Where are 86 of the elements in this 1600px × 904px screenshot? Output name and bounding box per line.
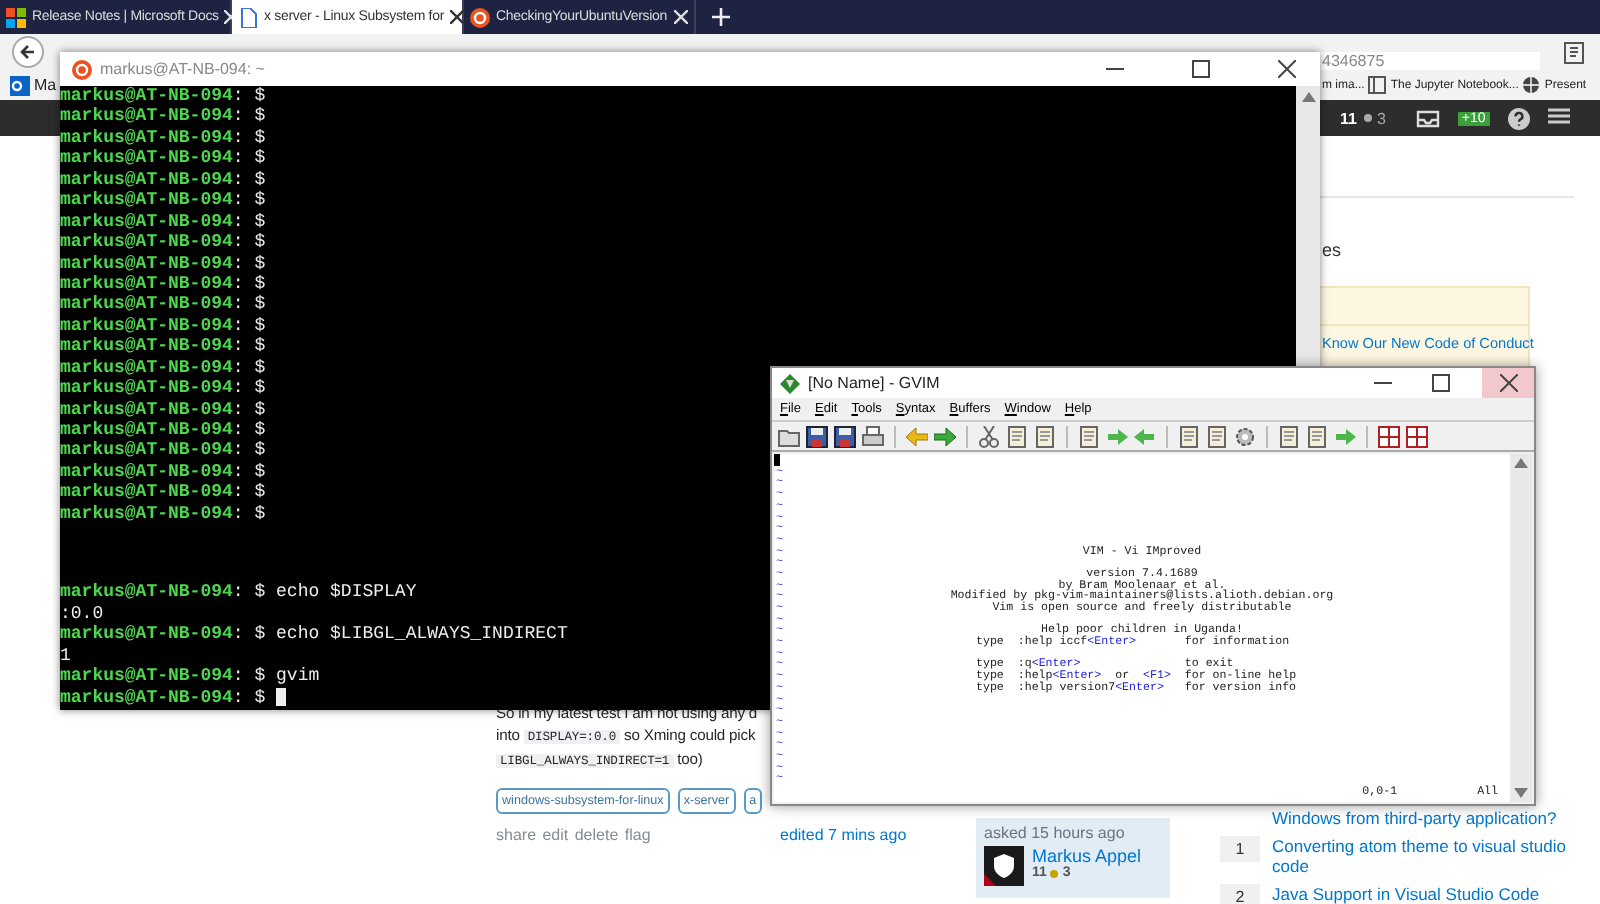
inbox-icon[interactable]: [1415, 109, 1440, 127]
terminal-line: markus@AT-NB-094: $: [60, 232, 266, 254]
vote-count: 2: [1220, 884, 1260, 904]
floppy-icon[interactable]: [806, 425, 828, 448]
globe-icon: [1522, 76, 1541, 94]
terminal-line: markus@AT-NB-094: $ echo $DISPLAY: [60, 582, 417, 604]
terminal-line: markus@AT-NB-094: $: [60, 399, 266, 421]
asked-time: asked 15 hours ago: [984, 824, 1127, 842]
notebook-icon: [1368, 76, 1387, 94]
scroll-up-icon[interactable]: [1514, 458, 1528, 469]
related-question-link[interactable]: Converting atom theme to visual studio code: [1272, 836, 1600, 876]
menu-icon[interactable]: [1547, 108, 1570, 128]
terminal-line: markus@AT-NB-094: $: [60, 148, 266, 170]
terminal-line: markus@AT-NB-094: $: [60, 503, 266, 525]
terminal-line: markus@AT-NB-094: $: [60, 336, 266, 358]
post-menu-links[interactable]: share edit delete flag: [496, 826, 780, 844]
window-title: markus@AT-NB-094: ~: [100, 60, 265, 78]
gear-icon[interactable]: [1234, 425, 1256, 448]
terminal-line: markus@AT-NB-094: $: [60, 294, 266, 316]
terminal-line: markus@AT-NB-094: $: [60, 127, 266, 149]
badge-dot-icon: [1050, 869, 1059, 877]
terminal-line: markus@AT-NB-094: $: [60, 86, 266, 107]
terminal-line: markus@AT-NB-094: $: [60, 273, 266, 295]
maximize-icon[interactable]: [1192, 60, 1210, 78]
back-icon[interactable]: [12, 36, 44, 68]
badge-count: 3: [1376, 109, 1386, 127]
terminal-line: markus@AT-NB-094: $: [60, 482, 266, 504]
scrollbar[interactable]: [1510, 454, 1532, 802]
printer-icon[interactable]: [862, 425, 884, 448]
terminal-line: markus@AT-NB-094: $ echo $LIBGL_ALWAYS_INDIRECT: [60, 624, 568, 646]
terminal-line: markus@AT-NB-094: $: [60, 440, 266, 462]
scissors-icon[interactable]: [978, 425, 1000, 448]
edited-link[interactable]: edited 7 mins ago: [780, 826, 976, 844]
avatar-icon: [984, 846, 1024, 886]
terminal-line: markus@AT-NB-094: $: [60, 378, 266, 400]
page-icon[interactable]: [1278, 425, 1300, 448]
related-question-link[interactable]: Windows from third-party application?: [1272, 808, 1557, 828]
ubuntu-logo-icon: [72, 59, 92, 79]
sidebar-text: es: [1322, 240, 1342, 260]
terminal-line: 1: [60, 645, 71, 667]
badge-dot-icon: [1364, 114, 1373, 122]
grid-icon[interactable]: [1378, 425, 1400, 448]
terminal-line: markus@AT-NB-094: $: [60, 253, 266, 274]
vim-logo-icon: [780, 373, 800, 393]
folder-icon[interactable]: [778, 425, 800, 448]
terminal-line: markus@AT-NB-094: $: [60, 357, 266, 379]
terminal-line: markus@AT-NB-094: $: [60, 315, 266, 337]
close-icon[interactable]: [450, 10, 465, 24]
page-icon[interactable]: [1206, 425, 1228, 448]
page-icon[interactable]: [1034, 425, 1056, 448]
terminal-line: markus@AT-NB-094: $: [60, 106, 266, 128]
terminal-line: markus@AT-NB-094: $: [60, 687, 266, 709]
terminal-line: markus@AT-NB-094: $: [60, 420, 266, 441]
terminal-line: markus@AT-NB-094: $: [60, 211, 266, 233]
right-arrow-icon[interactable]: [934, 425, 956, 448]
page-icon[interactable]: [1178, 425, 1200, 448]
grid-icon[interactable]: [1406, 425, 1428, 448]
page-icon[interactable]: [1306, 425, 1328, 448]
window-title: [No Name] - GVIM: [808, 374, 940, 392]
close-icon[interactable]: [1499, 374, 1517, 392]
user-name-link[interactable]: Markus Appel: [1032, 846, 1142, 866]
address-field[interactable]: 4346875: [1316, 52, 1540, 70]
terminal-line: markus@AT-NB-094: $: [60, 169, 266, 191]
ubuntu-logo-icon: [470, 7, 490, 27]
vote-count: 1: [1220, 836, 1260, 862]
terminal-line: markus@AT-NB-094: $: [60, 190, 266, 212]
maximize-icon[interactable]: [1432, 374, 1450, 392]
new-tab-icon[interactable]: [712, 8, 730, 26]
terminal-line: markus@AT-NB-094: $: [60, 461, 266, 483]
left-arrow-icon[interactable]: [906, 425, 928, 448]
close-icon[interactable]: [1278, 60, 1296, 78]
page-icon: [238, 7, 258, 27]
floppy-icon[interactable]: [834, 425, 856, 448]
page-icon[interactable]: [1006, 425, 1028, 448]
windows-logo-icon: [6, 7, 26, 27]
terminal-line: markus@AT-NB-094: $ gvim: [60, 666, 320, 688]
help-icon[interactable]: [1507, 107, 1530, 129]
scroll-down-icon[interactable]: [1514, 788, 1528, 798]
reputation-count: 11: [1340, 109, 1357, 127]
page-icon[interactable]: [1078, 425, 1100, 448]
reading-view-icon[interactable]: [1564, 41, 1584, 63]
close-button[interactable]: [1482, 368, 1534, 398]
bookmark[interactable]: Ma: [34, 76, 58, 94]
terminal-line: :0.0: [60, 603, 104, 625]
related-question-link[interactable]: Java Support in Visual Studio Code: [1272, 884, 1540, 904]
outlook-icon[interactable]: [10, 75, 30, 95]
